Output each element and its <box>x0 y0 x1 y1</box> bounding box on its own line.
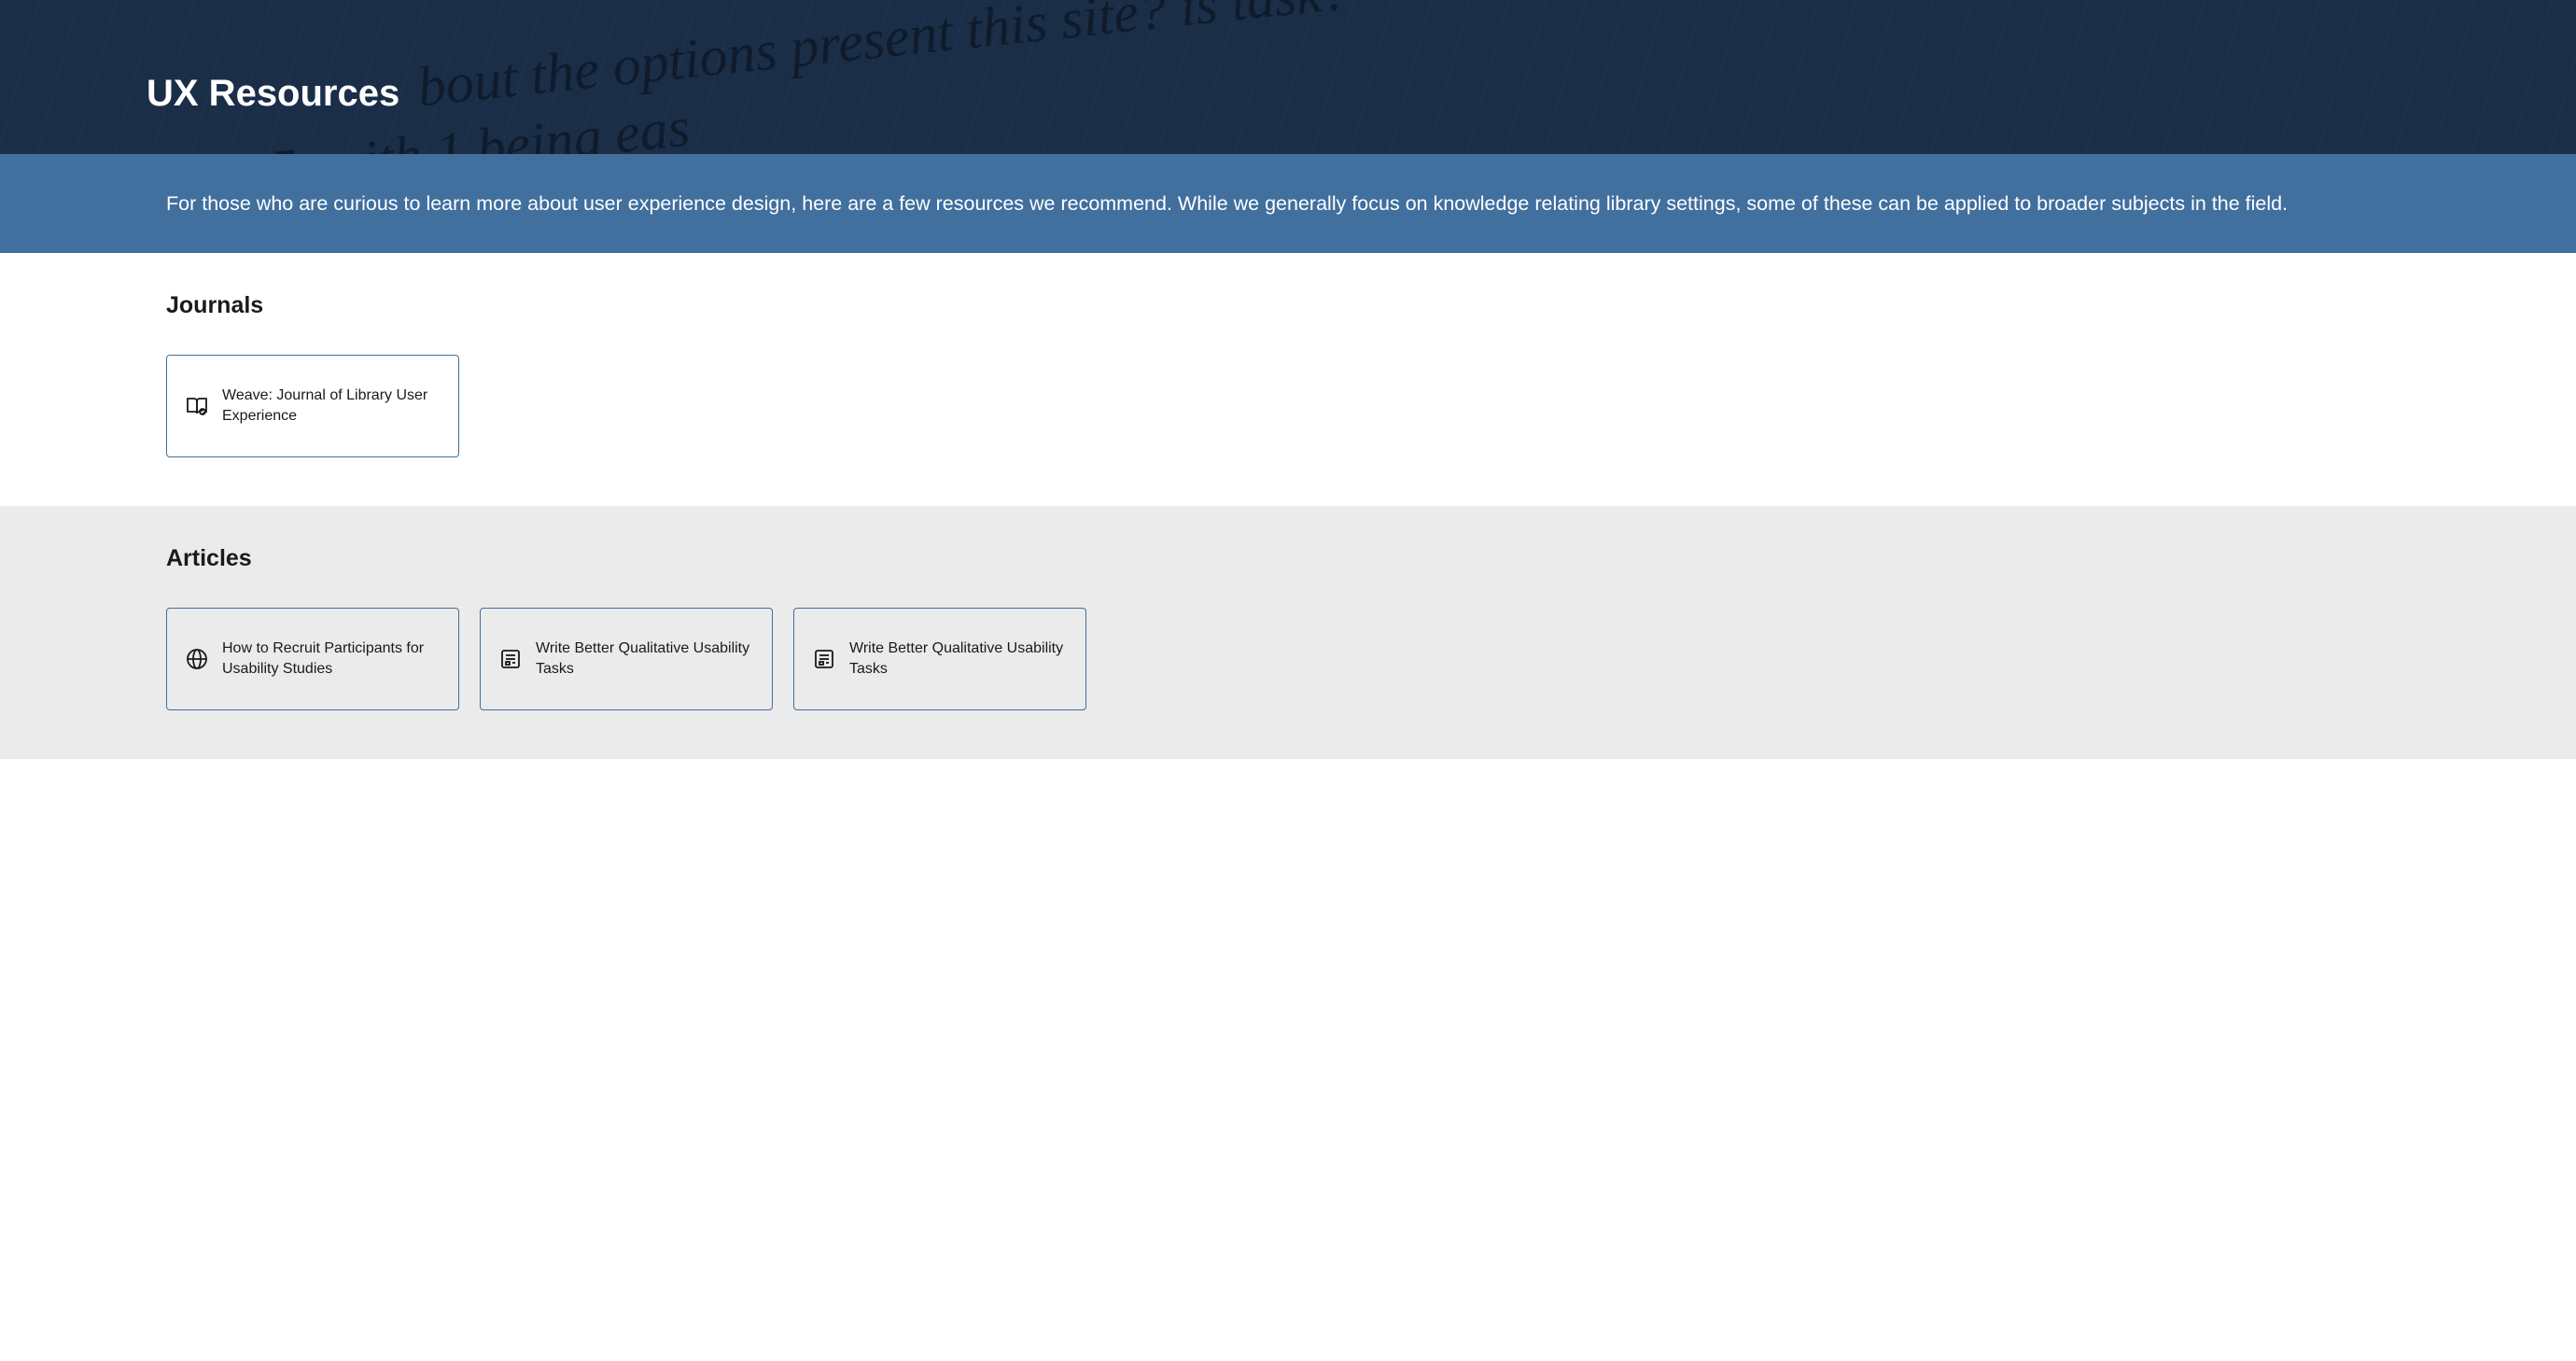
articles-grid: How to Recruit Participants for Usabilit… <box>166 608 2410 710</box>
book-icon <box>186 395 208 417</box>
intro-section: For those who are curious to learn more … <box>0 154 2576 253</box>
article-card[interactable]: How to Recruit Participants for Usabilit… <box>166 608 459 710</box>
journals-heading: Journals <box>166 292 2410 319</box>
journal-card-title: Weave: Journal of Library User Experienc… <box>222 386 440 428</box>
article-card-title: Write Better Qualitative Usability Tasks <box>536 638 753 680</box>
article-card-title: How to Recruit Participants for Usabilit… <box>222 638 440 680</box>
intro-text: For those who are curious to learn more … <box>166 189 2410 217</box>
globe-icon <box>186 648 208 670</box>
article-card[interactable]: Write Better Qualitative Usability Tasks <box>480 608 773 710</box>
page-title: UX Resources <box>147 73 399 115</box>
articles-section: Articles How to Recruit Participants for… <box>0 506 2576 759</box>
journals-grid: Weave: Journal of Library User Experienc… <box>166 355 2410 457</box>
article-card-title: Write Better Qualitative Usability Tasks <box>849 638 1067 680</box>
hero-section: bout the options present this site? is t… <box>0 0 2576 154</box>
articles-heading: Articles <box>166 545 2410 572</box>
journal-card[interactable]: Weave: Journal of Library User Experienc… <box>166 355 459 457</box>
journals-section: Journals Weave: Journal of Library User … <box>0 253 2576 506</box>
article-icon <box>499 648 522 670</box>
article-card[interactable]: Write Better Qualitative Usability Tasks <box>793 608 1086 710</box>
article-icon <box>813 648 835 670</box>
